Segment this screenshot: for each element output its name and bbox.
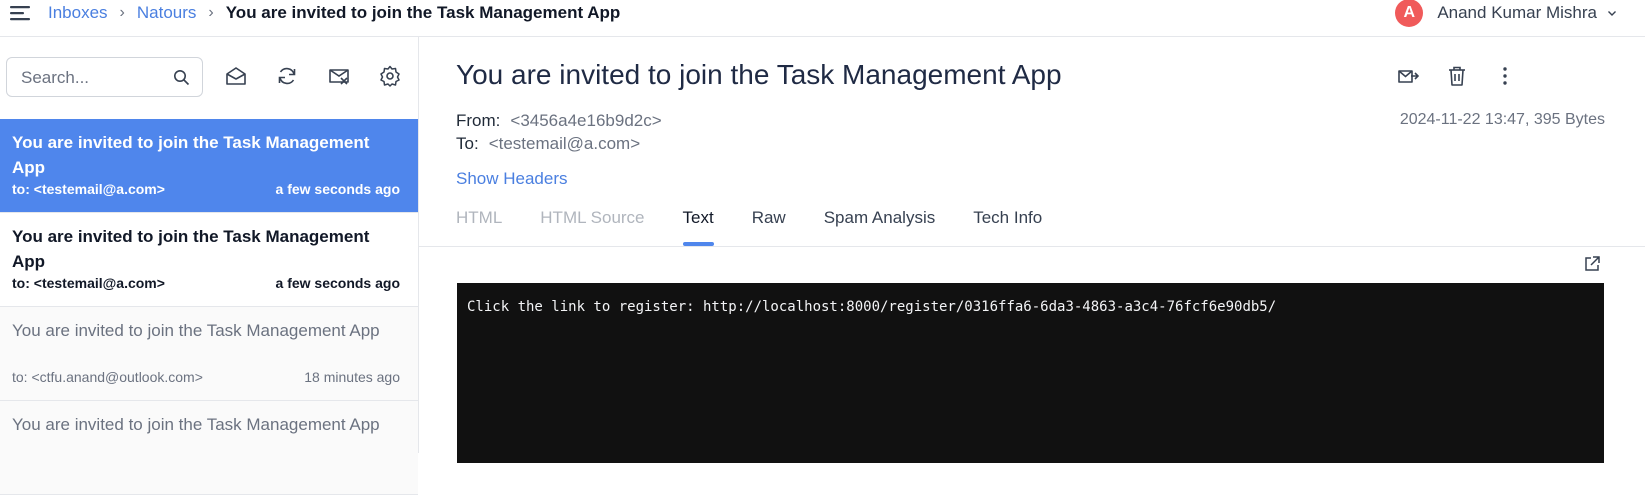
message-time: a few seconds ago	[275, 275, 400, 291]
show-headers-link[interactable]: Show Headers	[456, 169, 568, 189]
message-list: You are invited to join the Task Managem…	[0, 119, 418, 495]
search-input[interactable]	[19, 66, 173, 90]
divider	[419, 246, 1645, 247]
avatar: A	[1395, 0, 1424, 27]
refresh-icon[interactable]	[276, 65, 298, 87]
breadcrumb-current: You are invited to join the Task Managem…	[225, 3, 621, 22]
trash-icon[interactable]	[1446, 65, 1468, 87]
date-size: 2024-11-22 13:47, 395 Bytes	[1399, 111, 1605, 128]
chevron-down-icon	[1608, 11, 1616, 16]
forward-mail-icon[interactable]	[1397, 65, 1419, 87]
message-view: You are invited to join the Task Managem…	[419, 37, 1645, 463]
sidebar: You are invited to join the Task Managem…	[0, 37, 419, 495]
message-recipient: to: <testemail@a.com>	[12, 275, 165, 291]
search-box	[6, 57, 203, 97]
external-link-icon[interactable]	[1583, 255, 1601, 273]
mark-all-read-icon[interactable]	[225, 65, 247, 87]
tab-spam-analysis[interactable]: Spam Analysis	[824, 208, 936, 246]
message-subject: You are invited to join the Task Managem…	[12, 227, 370, 271]
list-item[interactable]: You are invited to join the Task Managem…	[0, 213, 418, 307]
breadcrumb-separator: ›	[119, 4, 125, 21]
user-name: Anand Kumar Mishra	[1437, 3, 1597, 22]
search-icon[interactable]	[173, 69, 190, 86]
list-item[interactable]: You are invited to join the Task Managem…	[0, 119, 418, 213]
message-subject: You are invited to join the Task Managem…	[12, 321, 380, 340]
breadcrumb-separator: ›	[208, 4, 214, 21]
gear-icon[interactable]	[379, 65, 401, 87]
menu-icon[interactable]	[10, 4, 32, 22]
delete-all-icon[interactable]	[328, 65, 350, 87]
message-text-body: Click the link to register: http://local…	[457, 283, 1604, 463]
list-item[interactable]: You are invited to join the Task Managem…	[0, 401, 418, 495]
message-recipient: to: <ctfu.anand@outlook.com>	[12, 369, 203, 385]
message-recipient: to: <testemail@a.com>	[12, 181, 165, 197]
to-label: To:	[456, 134, 479, 153]
list-item[interactable]: You are invited to join the Task Managem…	[0, 307, 418, 401]
top-bar: Inboxes › Natours › You are invited to j…	[0, 0, 1645, 37]
tab-text[interactable]: Text	[682, 208, 714, 246]
to-row: To: <testemail@a.com>	[456, 134, 640, 154]
message-time: 18 minutes ago	[304, 369, 400, 385]
view-tabs: HTML HTML Source Text Raw Spam Analysis …	[456, 208, 1080, 246]
from-value: <3456a4e16b9d2c>	[510, 111, 662, 130]
message-subject: You are invited to join the Task Managem…	[12, 415, 380, 434]
breadcrumb: Inboxes › Natours › You are invited to j…	[48, 1, 620, 25]
from-label: From:	[456, 111, 501, 130]
tab-raw[interactable]: Raw	[752, 208, 786, 246]
tab-tech-info[interactable]: Tech Info	[973, 208, 1042, 246]
message-subject: You are invited to join the Task Managem…	[12, 133, 370, 177]
tab-html-source[interactable]: HTML Source	[540, 208, 644, 246]
message-time: a few seconds ago	[275, 181, 400, 197]
from-row: From: <3456a4e16b9d2c>	[456, 111, 662, 131]
tab-html[interactable]: HTML	[456, 208, 502, 246]
breadcrumb-natours[interactable]: Natours	[137, 3, 197, 23]
breadcrumb-inboxes[interactable]: Inboxes	[48, 3, 108, 23]
more-options-icon[interactable]	[1494, 65, 1516, 87]
user-menu[interactable]: A Anand Kumar Mishra	[1395, 0, 1617, 27]
page-title: You are invited to join the Task Managem…	[456, 59, 1062, 90]
to-value: <testemail@a.com>	[488, 134, 641, 153]
